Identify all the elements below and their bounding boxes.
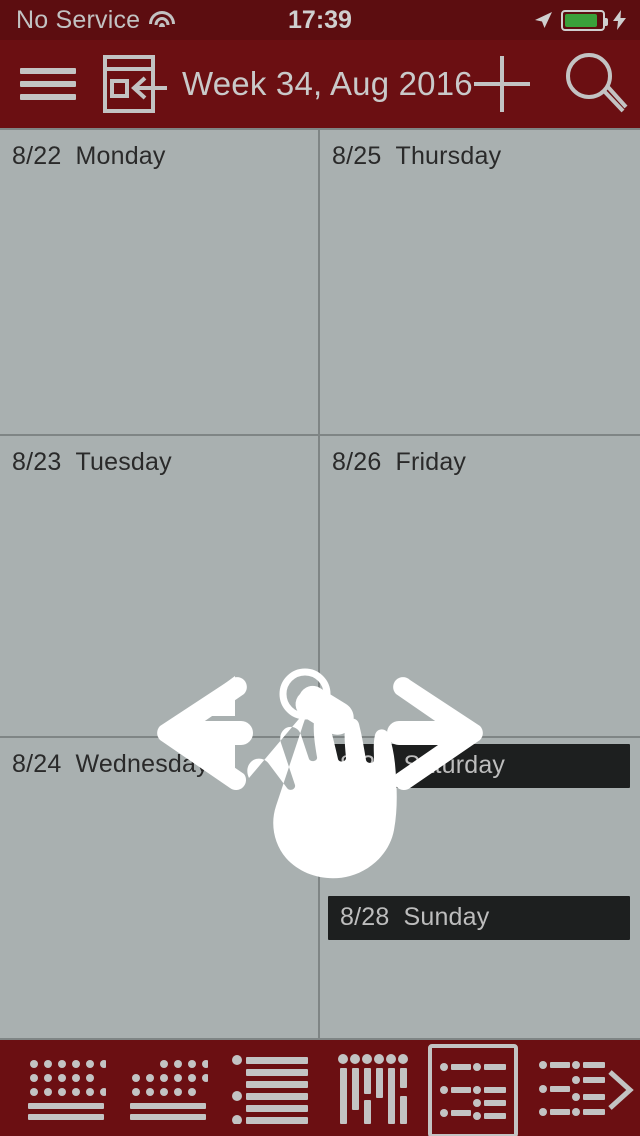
toolbar-item-columns-view[interactable] [330,1054,418,1124]
toolbar-item-month-view[interactable] [124,1054,212,1124]
day-cell-header: 8/26 Friday [320,436,638,477]
day-cell-name: Saturday [403,751,506,779]
navigation-bar: Week 34, Aug 2016 [0,40,640,128]
toolbar-item-year-view[interactable] [22,1054,110,1124]
list-rows-icon [232,1055,308,1124]
day-cell-date: 8/23 [12,448,62,476]
day-cell-monday[interactable]: 8/22 Monday [0,130,318,434]
day-cell-date: 8/22 [12,142,62,170]
battery-icon [561,9,608,31]
day-cell-date: 8/25 [332,142,382,170]
day-cell-name: Sunday [403,903,490,931]
day-cell-wednesday[interactable]: 8/24 Wednesday [0,738,318,1038]
day-cell-name: Wednesday [75,750,209,778]
day-cell-date: 8/26 [332,448,382,476]
day-cell-name: Thursday [395,142,502,170]
go-to-today-icon[interactable] [103,55,167,113]
more-chevron-icon[interactable] [602,1068,636,1112]
day-cell-friday[interactable]: 8/26 Friday [320,436,638,736]
two-column-list-icon [440,1063,506,1120]
day-cell-tuesday[interactable]: 8/23 Tuesday [0,436,318,736]
status-bar: No Service 17:39 [0,0,640,40]
day-cell-date: 8/28 [340,903,390,931]
vertical-columns-icon [338,1054,408,1124]
day-cell-date: 8/27 [340,751,390,779]
day-cell-header: 8/23 Tuesday [0,436,318,477]
charging-bolt-icon [613,10,626,30]
day-cell-date: 8/24 [12,750,62,778]
add-icon[interactable] [470,52,534,116]
day-cell-name: Tuesday [75,448,172,476]
toolbar-item-day-view[interactable] [226,1054,314,1124]
day-cell-header: 8/25 Thursday [320,130,638,171]
day-cell-name: Friday [395,448,467,476]
menu-icon[interactable] [20,62,76,106]
page-title: Week 34, Aug 2016 [182,65,473,102]
split-list-icon [539,1061,605,1116]
dots-month-icon [130,1060,208,1120]
week-grid: 8/22 Monday 8/23 Tuesday 8/24 Wednesday 8/2… [0,128,640,1040]
status-bar-right [533,9,626,31]
day-cell-saturday[interactable]: 8/27 Saturday [320,738,638,888]
day-cell-name: Monday [75,142,166,170]
search-icon[interactable] [562,51,628,117]
dots-grid-icon [28,1060,106,1120]
app-screen: No Service 17:39 Week 34, Aug 2016 8/22 … [0,0,640,1136]
toolbar-item-week-view[interactable] [428,1044,518,1136]
day-cell-thursday[interactable]: 8/25 Thursday [320,130,638,434]
day-cell-header: 8/24 Wednesday [0,738,318,779]
day-cell-header: 8/28 Sunday [328,896,630,940]
day-cell-header: 8/22 Monday [0,130,318,171]
location-arrow-icon [535,12,552,28]
view-mode-toolbar [0,1040,640,1136]
day-cell-sunday[interactable]: 8/28 Sunday [320,890,638,1038]
day-cell-header: 8/27 Saturday [328,744,630,788]
